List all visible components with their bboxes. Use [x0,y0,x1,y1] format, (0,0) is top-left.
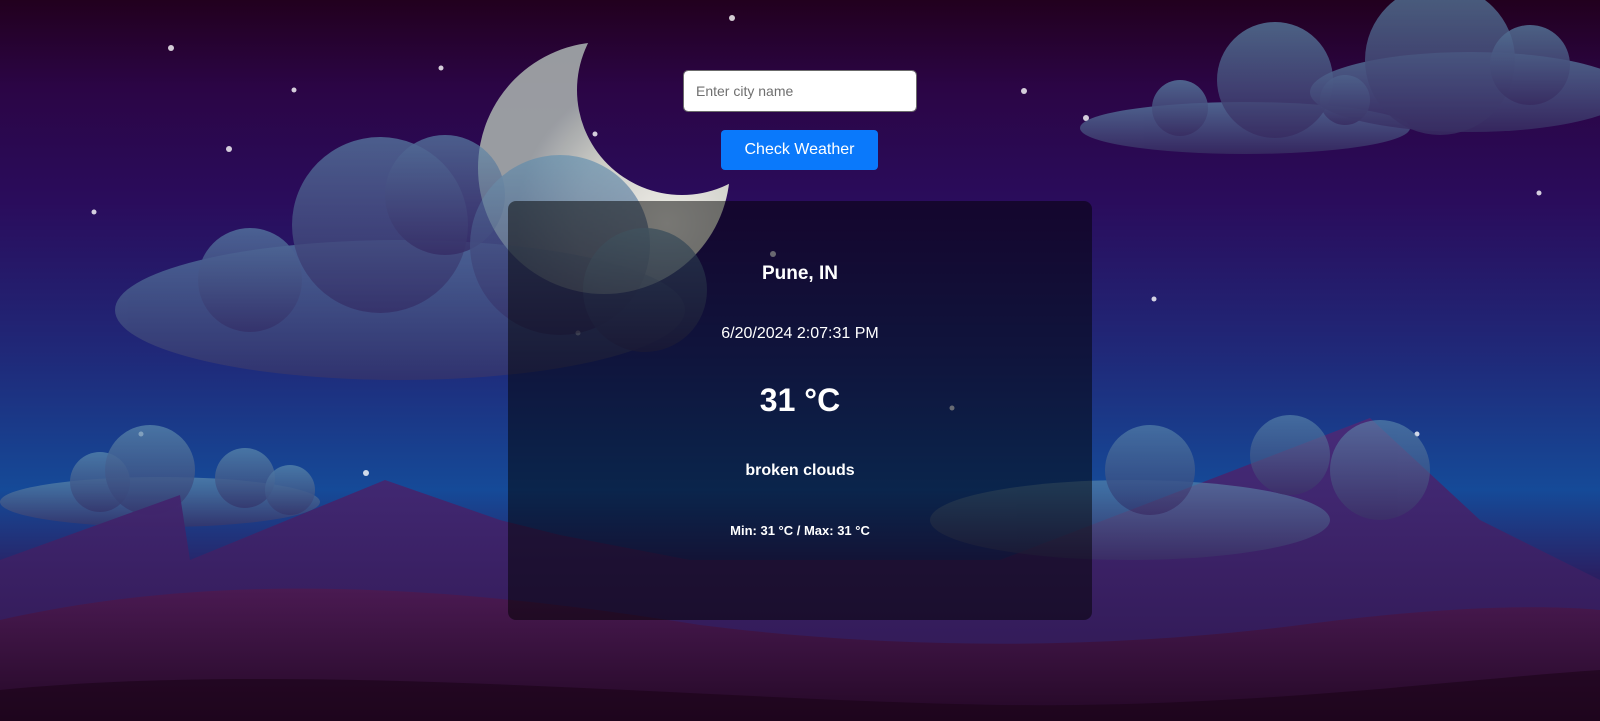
weather-app: Check Weather Pune, IN 6/20/2024 2:07:31… [0,0,1600,721]
weather-card: Pune, IN 6/20/2024 2:07:31 PM 31 °C brok… [508,201,1092,620]
cloud-right-top [1080,0,1600,154]
city-name: Pune, IN [761,263,838,284]
date-time: 6/20/2024 2:07:31 PM [721,325,879,342]
temperature: 31 °C [759,382,841,418]
city-search-input[interactable] [683,70,917,112]
weather-description: broken clouds [745,462,855,479]
min-max-temperature: Min: 31 °C / Max: 31 °C [730,523,870,538]
check-weather-button[interactable]: Check Weather [721,130,878,170]
